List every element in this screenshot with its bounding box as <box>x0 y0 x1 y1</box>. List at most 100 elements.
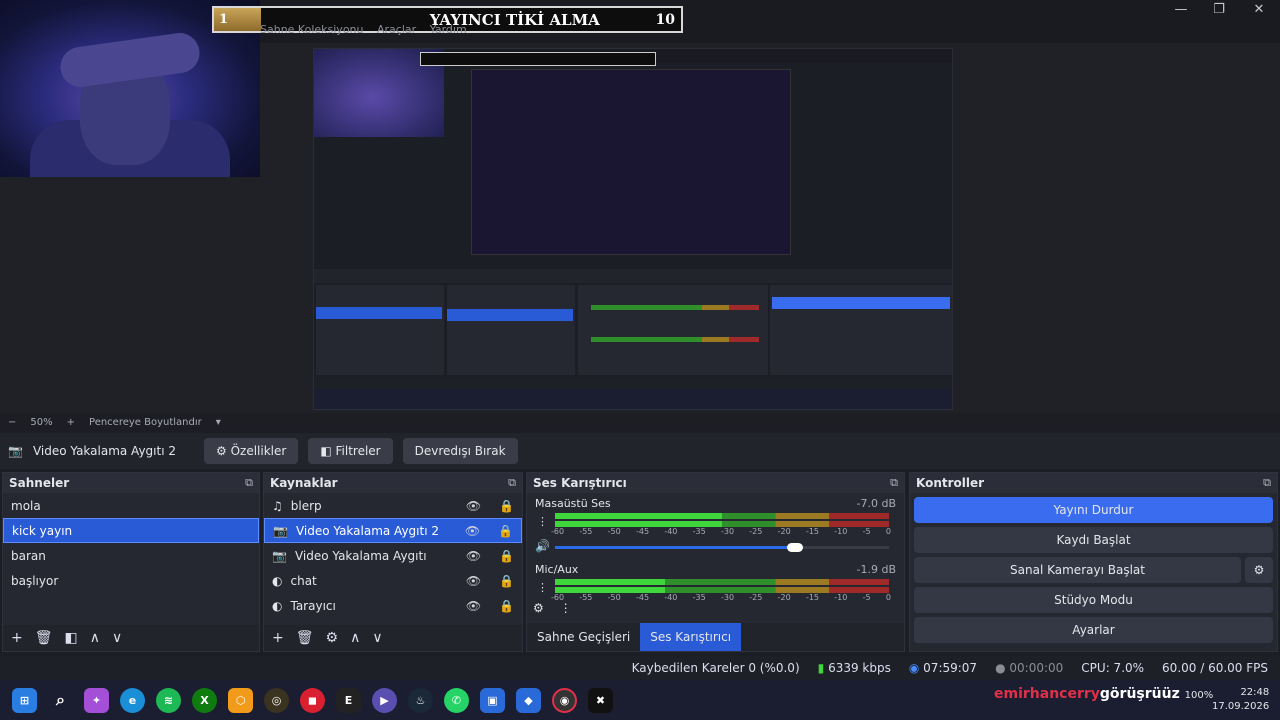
source-item[interactable]: 📷 Video Yakalama Aygıtı 2 👁 🔒 <box>264 518 522 543</box>
source-item[interactable]: ◐ Tarayıcı 👁 🔒 <box>264 593 522 618</box>
channel-menu-icon[interactable]: ⋮ <box>537 581 548 594</box>
app-icon-orange[interactable]: ⬡ <box>228 687 253 713</box>
add-source-button[interactable]: + <box>272 630 284 646</box>
mixer-menu-icon[interactable]: ⋮ <box>560 601 572 615</box>
obs-icon[interactable]: ◉ <box>552 687 577 713</box>
capcut-icon[interactable]: ✖ <box>588 687 613 713</box>
zoom-mode[interactable]: Pencereye Boyutlandır <box>89 417 202 428</box>
stream-time: 07:59:07 <box>923 661 978 675</box>
scene-filters-icon[interactable]: ◧ <box>65 630 78 646</box>
close-button[interactable]: ✕ <box>1244 2 1274 17</box>
move-up-icon[interactable]: ∧ <box>90 630 100 646</box>
move-down-icon[interactable]: ∨ <box>112 630 122 646</box>
menu-help[interactable]: Yardım <box>430 23 467 36</box>
remove-scene-icon[interactable]: 🗑 <box>35 630 53 646</box>
clock[interactable]: 22:48 17.09.2026 <box>1212 686 1269 714</box>
volume-slider[interactable] <box>555 543 889 552</box>
spotify-icon[interactable]: ≋ <box>156 687 181 713</box>
source-label: chat <box>290 573 317 588</box>
source-settings-icon[interactable]: ⚙ <box>326 630 339 646</box>
start-recording-button[interactable]: Kaydı Başlat <box>914 527 1273 553</box>
zoom-bar: − 50% + Pencereye Boyutlandır ▾ <box>0 413 1280 431</box>
zoom-dropdown-icon[interactable]: ▾ <box>216 417 221 428</box>
meter-tick: -45 <box>635 593 650 602</box>
windows-start-icon[interactable]: ⊞ <box>12 687 37 713</box>
copilot-icon[interactable]: ✦ <box>84 687 109 713</box>
popout-icon[interactable]: ⧉ <box>508 476 516 490</box>
fps: 60.00 / 60.00 FPS <box>1162 661 1268 675</box>
source-item[interactable]: 📷 Video Yakalama Aygıtı 👁 🔒 <box>264 543 522 568</box>
source-toolbar: 📷 Video Yakalama Aygıtı 2 ⚙ Özellikler ◧… <box>0 433 1280 469</box>
scene-label: kick yayın <box>12 523 73 538</box>
virtual-camera-settings-icon[interactable]: ⚙ <box>1245 557 1273 583</box>
move-down-icon[interactable]: ∨ <box>372 630 382 646</box>
minimize-button[interactable]: — <box>1166 2 1196 17</box>
meter-tick: -60 <box>551 527 565 536</box>
scene-item[interactable]: başlıyor <box>3 568 259 593</box>
steam-icon[interactable]: ♨ <box>408 687 433 713</box>
explorer-icon[interactable]: ▣ <box>480 687 505 713</box>
stop-stream-button[interactable]: Yayını Durdur <box>914 497 1273 523</box>
meter-tick: -5 <box>862 593 871 602</box>
xbox-icon[interactable]: X <box>192 687 217 713</box>
settings-button[interactable]: Ayarlar <box>914 617 1273 643</box>
properties-button[interactable]: ⚙ Özellikler <box>204 438 299 464</box>
deactivate-button[interactable]: Devredışı Bırak <box>402 438 518 464</box>
lock-icon[interactable]: 🔒 <box>499 499 514 513</box>
studio-mode-button[interactable]: Stüdyo Modu <box>914 587 1273 613</box>
camera-icon: 📷 <box>8 444 23 458</box>
game-icon[interactable]: ◎ <box>264 687 289 713</box>
lock-icon[interactable]: 🔒 <box>499 549 514 563</box>
scene-label: başlıyor <box>11 573 59 588</box>
tab-audio-mixer[interactable]: Ses Karıştırıcı <box>640 623 742 651</box>
mixer-title: Ses Karıştırıcı <box>533 476 627 490</box>
add-scene-button[interactable]: + <box>11 630 23 646</box>
epic-games-icon[interactable]: E <box>336 687 361 713</box>
visibility-eye-icon[interactable]: 👁 <box>465 524 480 538</box>
meter-tick: 0 <box>885 593 891 602</box>
source-type-icon: 📷 <box>272 548 287 563</box>
nested-preview <box>313 48 953 410</box>
scene-label: mola <box>11 498 41 513</box>
lock-icon[interactable]: 🔒 <box>498 524 513 538</box>
zoom-out-button[interactable]: − <box>8 417 16 428</box>
filters-label: Filtreler <box>335 444 381 458</box>
visibility-eye-icon[interactable]: 👁 <box>466 549 481 563</box>
controls-dock: Kontroller ⧉ Yayını Durdur Kaydı Başlat S… <box>909 472 1278 652</box>
meter-tick: -40 <box>664 593 678 602</box>
channel-menu-icon[interactable]: ⋮ <box>537 515 548 528</box>
visibility-eye-icon[interactable]: 👁 <box>466 599 481 613</box>
remove-source-icon[interactable]: 🗑 <box>296 630 314 646</box>
tab-scene-transitions[interactable]: Sahne Geçişleri <box>527 623 640 651</box>
virtual-camera-button[interactable]: Sanal Kamerayı Başlat <box>914 557 1241 583</box>
popout-icon[interactable]: ⧉ <box>1263 476 1271 490</box>
popout-icon[interactable]: ⧉ <box>245 476 253 490</box>
app-icon-blue[interactable]: ◆ <box>516 687 541 713</box>
visibility-eye-icon[interactable]: 👁 <box>466 499 481 513</box>
source-type-icon: ♫ <box>272 498 283 513</box>
source-item[interactable]: ♫ blerp 👁 🔒 <box>264 493 522 518</box>
lock-icon[interactable]: 🔒 <box>499 574 514 588</box>
visibility-eye-icon[interactable]: 👁 <box>466 574 481 588</box>
move-up-icon[interactable]: ∧ <box>350 630 360 646</box>
app-icon-red[interactable]: ◼ <box>300 687 325 713</box>
zoom-in-button[interactable]: + <box>67 417 75 428</box>
edge-icon[interactable]: e <box>120 687 145 713</box>
maximize-button[interactable]: ❐ <box>1204 2 1234 17</box>
search-icon[interactable]: ⌕ <box>48 688 73 713</box>
whatsapp-icon[interactable]: ✆ <box>444 687 469 713</box>
cpu-usage: CPU: 7.0% <box>1081 661 1145 675</box>
scenes-title: Sahneler <box>9 476 70 490</box>
scene-item[interactable]: kick yayın <box>3 518 259 543</box>
speaker-icon[interactable]: 🔊 <box>535 539 550 553</box>
media-player-icon[interactable]: ▶ <box>372 687 397 713</box>
popout-icon[interactable]: ⧉ <box>890 476 898 490</box>
filters-button[interactable]: ◧ Filtreler <box>308 438 393 464</box>
menu-scene-collection[interactable]: Sahne Koleksiyonu <box>260 23 364 36</box>
source-item[interactable]: ◐ chat 👁 🔒 <box>264 568 522 593</box>
advanced-audio-icon[interactable]: ⚙ <box>533 601 544 615</box>
scene-item[interactable]: baran <box>3 543 259 568</box>
lock-icon[interactable]: 🔒 <box>499 599 514 613</box>
scene-item[interactable]: mola <box>3 493 259 518</box>
menu-tools[interactable]: Araçlar <box>377 23 416 36</box>
